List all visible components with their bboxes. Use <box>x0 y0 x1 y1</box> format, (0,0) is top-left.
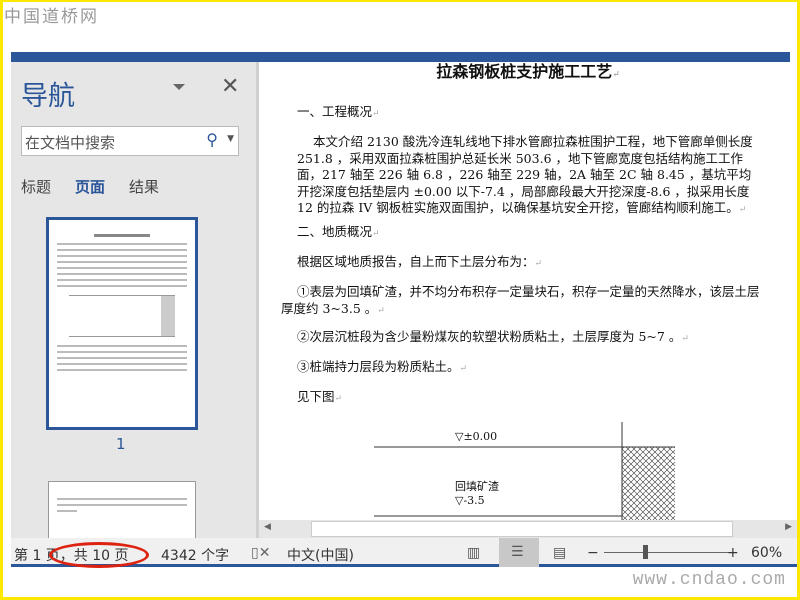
nav-title: 导航 <box>21 81 75 112</box>
fig-level-0: ▽±0.00 <box>455 430 498 443</box>
soil-diagram <box>374 422 675 520</box>
search-placeholder: 在文档中搜索 <box>25 134 116 152</box>
proofing-icon[interactable]: ▯✕ <box>251 545 270 561</box>
word-count[interactable]: 4342 个字 <box>161 545 229 565</box>
status-bar: 第 1 页，共 10 页 4342 个字 ▯✕ 中文(中国) ▥ ☰ ▤ − +… <box>11 538 797 568</box>
read-mode-icon[interactable]: ▥ <box>467 545 480 561</box>
zoom-slider-handle[interactable] <box>643 545 648 559</box>
print-layout-button[interactable]: ☰ <box>499 538 539 567</box>
tab-pages[interactable]: 页面 <box>75 176 105 197</box>
scroll-right-icon[interactable]: ▶ <box>785 522 792 532</box>
sheet-pile-hatch <box>622 447 675 520</box>
web-layout-icon[interactable]: ▤ <box>553 545 566 561</box>
nav-options-dropdown-icon[interactable] <box>173 84 185 90</box>
title-bar <box>11 52 790 62</box>
navigation-pane: 导航 ✕ 在文档中搜索 ⚲ ▼ 标题 页面 结果 1 <box>11 62 259 541</box>
search-input[interactable]: 在文档中搜索 ⚲ ▼ <box>21 126 239 156</box>
page-thumbnail-2[interactable] <box>48 481 196 541</box>
fig-level-1: ▽-3.5 <box>455 494 485 507</box>
chevron-down-icon[interactable]: ▼ <box>227 134 234 144</box>
tab-results[interactable]: 结果 <box>129 176 159 197</box>
scrollbar-thumb[interactable] <box>311 521 733 537</box>
horizontal-scrollbar[interactable]: ◀ ▶ <box>259 520 797 538</box>
language[interactable]: 中文(中国) <box>287 545 354 565</box>
search-icon[interactable]: ⚲ <box>206 130 218 149</box>
zoom-slider[interactable] <box>604 552 734 553</box>
fig-layer-label: 回填矿渣 <box>455 480 499 493</box>
watermark-logo: 中国道桥网 <box>4 7 99 27</box>
page-thumbnail-1[interactable] <box>46 217 198 430</box>
zoom-in-button[interactable]: + <box>727 545 739 561</box>
scroll-left-icon[interactable]: ◀ <box>264 522 271 532</box>
close-icon[interactable]: ✕ <box>221 74 239 99</box>
zoom-level[interactable]: 60% <box>751 545 782 561</box>
tab-headings[interactable]: 标题 <box>21 176 51 197</box>
highlight-circle <box>49 542 149 568</box>
document-page[interactable]: 拉森钢板桩支护施工工艺↵ 一、工程概况↵ 本文介绍 2130 酸洗冷连轧线地下排… <box>259 62 797 520</box>
watermark-url: www.cndao.com <box>632 570 786 590</box>
zoom-out-button[interactable]: − <box>587 545 599 561</box>
page-number-label: 1 <box>116 435 126 453</box>
